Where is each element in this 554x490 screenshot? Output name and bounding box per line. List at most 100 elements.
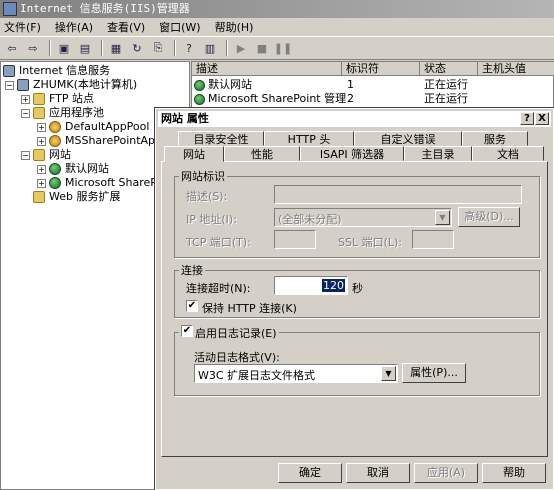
ssl-port-label: SSL 端口(L):: [338, 236, 403, 249]
column-header-host[interactable]: 主机头值: [478, 62, 554, 76]
tcp-port-field[interactable]: [274, 230, 316, 249]
menu-window[interactable]: 窗口(W): [159, 19, 200, 35]
row-status: 正在运行: [424, 78, 468, 91]
ip-address-select[interactable]: (全部未分配) ▼: [274, 208, 452, 227]
website-globe-icon: [194, 79, 205, 91]
tree-item-site1[interactable]: + 默认网站: [37, 162, 109, 176]
tree-item-ftp[interactable]: + FTP 站点: [21, 92, 94, 106]
computer-icon: [17, 79, 29, 91]
table-row[interactable]: Microsoft SharePoint 管理: [194, 92, 346, 106]
description-label: 描述(S):: [186, 190, 228, 203]
collapse-icon[interactable]: −: [21, 108, 30, 118]
play-icon[interactable]: ▶: [232, 39, 250, 57]
expand-icon[interactable]: +: [21, 94, 30, 104]
timeout-unit: 秒: [352, 282, 363, 295]
row-description: 默认网站: [208, 78, 252, 91]
properties-dialog: 网站 属性 ? X 目录安全性 HTTP 头 自定义错误 服务 网站 性能 IS…: [154, 107, 554, 490]
forward-arrow-icon[interactable]: ⇨: [24, 39, 42, 57]
dialog-title-bar: 网站 属性 ? X: [158, 111, 551, 127]
tree-label: 默认网站: [65, 162, 109, 175]
expand-icon[interactable]: +: [37, 136, 46, 146]
keepalive-checkbox[interactable]: ✔: [186, 300, 198, 312]
tree-label: FTP 站点: [49, 92, 94, 105]
tree-item-web-ext[interactable]: Web 服务扩展: [33, 190, 120, 204]
connection-legend: 连接: [179, 262, 205, 278]
tree-item-computer[interactable]: − ZHUMK(本地计算机): [5, 78, 137, 92]
tree-label: ZHUMK(本地计算机): [33, 78, 138, 91]
tab-performance[interactable]: 性能: [224, 146, 300, 161]
expand-icon[interactable]: +: [37, 164, 46, 174]
back-arrow-icon[interactable]: ⇦: [3, 39, 21, 57]
console-icon[interactable]: ▥: [201, 39, 219, 57]
toolbar-separator: [174, 40, 176, 56]
expand-icon[interactable]: +: [37, 122, 46, 132]
menu-file[interactable]: 文件(F): [4, 19, 41, 35]
menu-view[interactable]: 查看(V): [107, 19, 145, 35]
tab-custom-errors[interactable]: 自定义错误: [354, 131, 462, 146]
tree-item-site2[interactable]: + Microsoft SharePo: [37, 176, 163, 190]
description-field[interactable]: [274, 185, 522, 204]
menu-action[interactable]: 操作(A): [55, 19, 93, 35]
column-header-description[interactable]: 描述: [192, 62, 342, 76]
ok-button[interactable]: 确定: [278, 463, 342, 483]
show-tree-icon[interactable]: ▤: [76, 39, 94, 57]
logging-legend: 启用日志记录(E): [179, 325, 279, 341]
tree-label: Web 服务扩展: [49, 190, 121, 203]
enable-logging-checkbox[interactable]: ✔: [181, 325, 193, 337]
log-properties-button[interactable]: 属性(P)...: [402, 363, 466, 383]
ip-address-value: (全部未分配): [278, 213, 342, 226]
toolbar-separator: [226, 40, 228, 56]
row-status: 正在运行: [424, 92, 468, 105]
pause-icon[interactable]: ❚❚: [274, 39, 292, 57]
tree-label: 网站: [49, 148, 71, 161]
apply-button[interactable]: 应用(A): [414, 463, 478, 483]
tab-service[interactable]: 服务: [462, 131, 528, 146]
toolbar: ⇦ ⇨ ▣ ▤ ▦ ↻ ⎘ ? ▥ ▶ ■ ❚❚: [0, 36, 554, 60]
advanced-button[interactable]: 高级(D)...: [458, 207, 520, 227]
tree-label: Microsoft SharePo: [65, 176, 164, 189]
timeout-value: 120: [322, 279, 345, 292]
tree-item-websites[interactable]: − 网站: [21, 148, 71, 162]
row-id: 2: [347, 92, 354, 105]
up-folder-icon[interactable]: ▣: [55, 39, 73, 57]
folder-icon: [33, 93, 45, 105]
stop-icon[interactable]: ■: [253, 39, 271, 57]
cancel-button[interactable]: 取消: [346, 463, 410, 483]
menu-help[interactable]: 帮助(H): [215, 19, 254, 35]
tcp-port-label: TCP 端口(T):: [186, 236, 251, 249]
column-header-status[interactable]: 状态: [420, 62, 478, 76]
keepalive-label: 保持 HTTP 连接(K): [202, 302, 297, 315]
tab-http-headers[interactable]: HTTP 头: [264, 131, 354, 146]
tab-documents[interactable]: 文档: [472, 146, 544, 161]
tab-website[interactable]: 网站: [164, 146, 224, 162]
tab-home-directory[interactable]: 主目录: [404, 146, 472, 161]
tree-item-iis[interactable]: Internet 信息服务: [3, 64, 110, 78]
row-id: 1: [347, 78, 354, 91]
help-button[interactable]: 帮助: [482, 463, 546, 483]
help-icon[interactable]: ?: [180, 39, 198, 57]
tab-directory-security[interactable]: 目录安全性: [178, 131, 264, 146]
tab-isapi-filters[interactable]: ISAPI 筛选器: [300, 146, 404, 161]
properties-icon[interactable]: ▦: [107, 39, 125, 57]
website-globe-icon: [49, 163, 61, 175]
log-format-select[interactable]: W3C 扩展日志文件格式 ▼: [194, 364, 398, 383]
ip-address-label: IP 地址(I):: [186, 213, 237, 226]
collapse-icon[interactable]: −: [21, 150, 30, 160]
timeout-input[interactable]: 120: [274, 276, 348, 295]
collapse-icon[interactable]: −: [5, 80, 14, 90]
tree-item-pool1[interactable]: + DefaultAppPool: [37, 120, 149, 134]
tree-item-apppools[interactable]: − 应用程序池: [21, 106, 104, 120]
tree-label: DefaultAppPool: [65, 120, 150, 133]
help-title-button[interactable]: ?: [520, 112, 534, 125]
refresh-icon[interactable]: ↻: [128, 39, 146, 57]
column-header-id[interactable]: 标识符: [342, 62, 420, 76]
export-list-icon[interactable]: ⎘: [149, 39, 167, 57]
row-description: Microsoft SharePoint 管理: [208, 92, 347, 105]
close-button[interactable]: X: [535, 112, 549, 125]
ssl-port-field[interactable]: [412, 230, 454, 249]
dialog-title: 网站 属性: [161, 112, 209, 125]
iis-app-icon: [3, 2, 17, 16]
chevron-down-icon: ▼: [435, 210, 450, 225]
table-row[interactable]: 默认网站: [194, 78, 252, 92]
expand-icon[interactable]: +: [37, 178, 46, 188]
